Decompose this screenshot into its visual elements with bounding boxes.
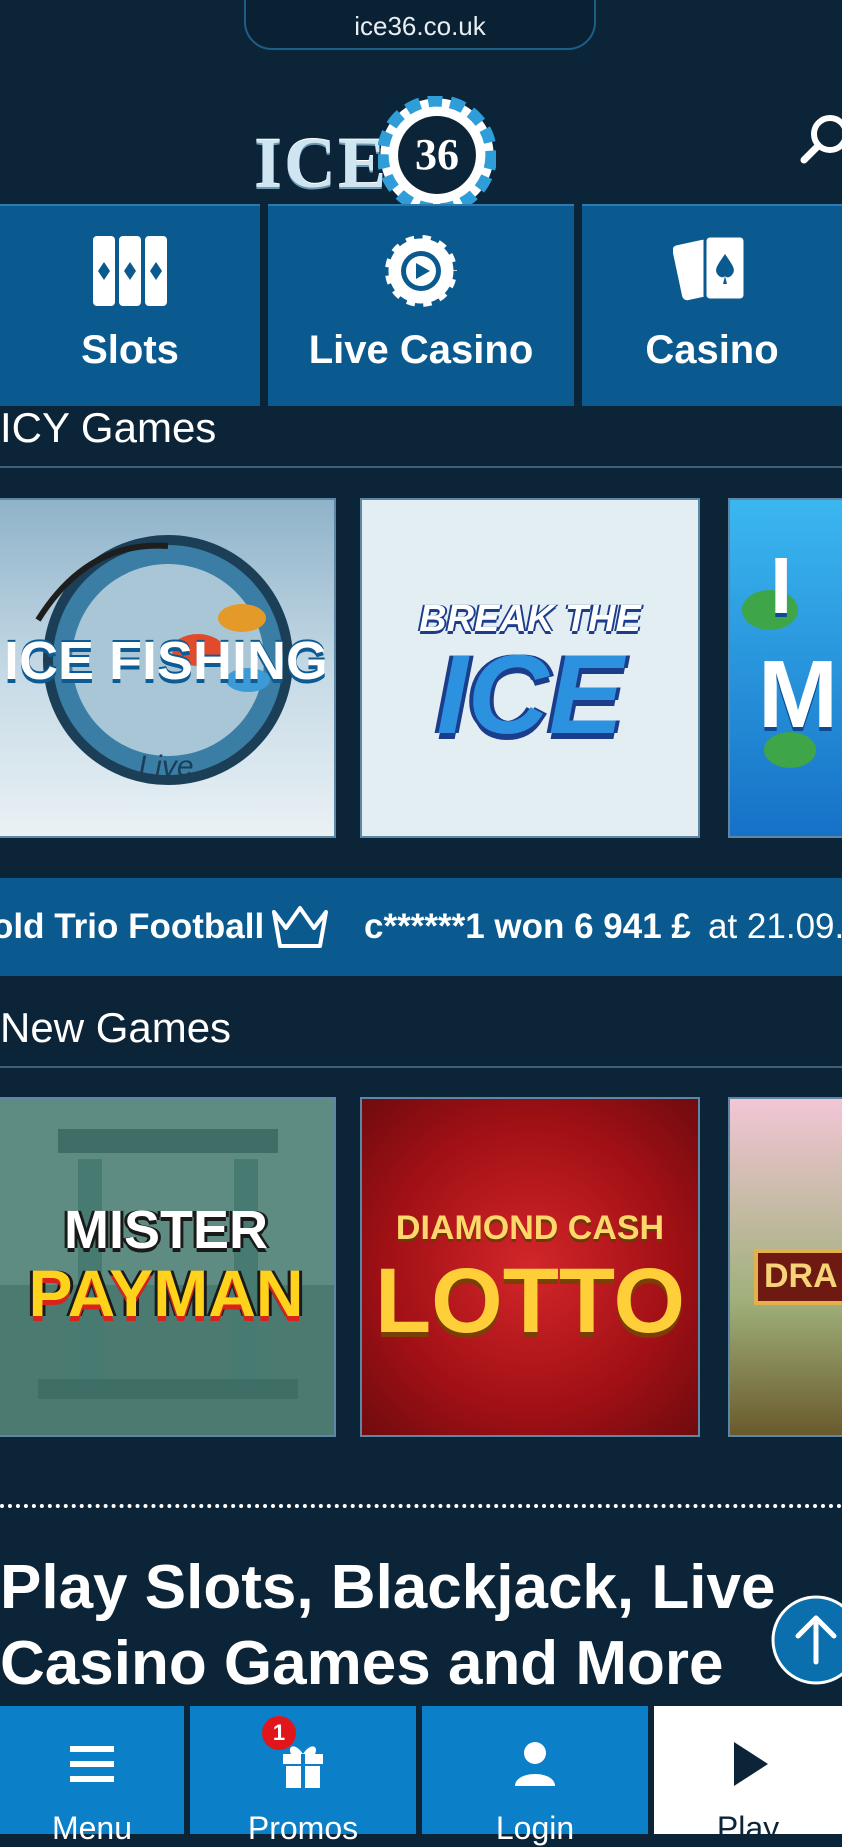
game-title: ICE: [436, 632, 624, 757]
crown-icon: [272, 906, 328, 948]
game-title: PAYMAN: [28, 1256, 304, 1330]
nav-play[interactable]: Play: [654, 1706, 842, 1846]
nav-label: Promos: [247, 1810, 359, 1846]
category-label: Casino: [645, 328, 779, 372]
ticker-winner: c******1 won 6 941 £: [364, 907, 691, 946]
game-subtitle: I: [770, 541, 793, 630]
category-slots[interactable]: Slots: [0, 204, 260, 406]
game-tile-diamond-cash-lotto[interactable]: DIAMOND CASH LOTTO: [360, 1097, 700, 1437]
game-tile-ice-fishing[interactable]: ICE FISHING Live: [0, 498, 336, 838]
page-headline: Play Slots, Blackjack, Live Casino Games…: [0, 1553, 776, 1698]
category-label: Live Casino: [308, 328, 534, 372]
search-icon[interactable]: [796, 110, 842, 170]
category-live-casino[interactable]: Live Casino: [268, 204, 574, 406]
section-title-new-games: New Games: [0, 1004, 232, 1051]
game-subtitle: Live: [138, 750, 194, 783]
game-tile-break-the-ice[interactable]: BREAK THE ICE: [360, 498, 700, 838]
section-divider: [0, 466, 842, 468]
back-to-top-icon[interactable]: [770, 1594, 842, 1686]
game-title: DRA: [764, 1257, 838, 1295]
address-bar[interactable]: ice36.co.uk: [244, 0, 596, 50]
nav-promos[interactable]: 1 Promos: [190, 1706, 416, 1846]
game-subtitle: MISTER: [63, 1200, 268, 1260]
ticker-game-name: old Trio Football: [0, 907, 265, 946]
nav-label: Login: [495, 1810, 575, 1846]
category-nav: Slots Live Casino Casino: [0, 204, 842, 406]
game-tile-partial-dragon[interactable]: DRA: [728, 1097, 842, 1437]
game-title: ICE FISHING: [3, 631, 329, 691]
menu-icon: [70, 1746, 114, 1782]
nav-login[interactable]: Login: [422, 1706, 648, 1846]
icy-games-carousel: ICE FISHING Live BREAK THE ICE I M: [0, 498, 842, 838]
section-divider: [0, 1066, 842, 1068]
game-tile-mister-payman[interactable]: MISTER PAYMAN: [0, 1097, 336, 1437]
section-title-icy-games: ICY Games: [0, 404, 217, 451]
nav-label: Menu: [51, 1810, 133, 1846]
winners-ticker: old Trio Football c******1 won 6 941 £ a…: [0, 878, 842, 976]
game-title: M: [758, 641, 838, 748]
url-text: ice36.co.uk: [354, 11, 486, 41]
game-subtitle: DIAMOND CASH: [395, 1209, 665, 1247]
ticker-suffix: at 21.09.: [708, 907, 842, 946]
promos-badge: 1: [262, 1716, 296, 1750]
play-icon: [734, 1742, 768, 1786]
live-casino-chip-icon: [382, 232, 460, 310]
nav-label: Play: [716, 1810, 780, 1846]
new-games-carousel: MISTER PAYMAN DIAMOND CASH LOTTO DRA: [0, 1097, 842, 1437]
playing-cards-icon: [673, 234, 747, 302]
category-casino[interactable]: Casino: [582, 204, 842, 406]
category-label: Slots: [81, 328, 179, 372]
game-title: LOTTO: [374, 1250, 686, 1352]
dotted-divider: [0, 1504, 842, 1508]
game-tile-partial[interactable]: I M: [728, 498, 842, 838]
ice36-logo[interactable]: ICE 36: [254, 96, 498, 214]
logo-word: ICE: [254, 123, 389, 203]
bottom-nav: Menu 1 Promos Login Play: [0, 1706, 842, 1846]
nav-menu[interactable]: Menu: [0, 1706, 184, 1846]
logo-chip-number: 36: [415, 130, 459, 179]
user-icon: [515, 1742, 555, 1786]
slots-icon: [93, 236, 167, 306]
